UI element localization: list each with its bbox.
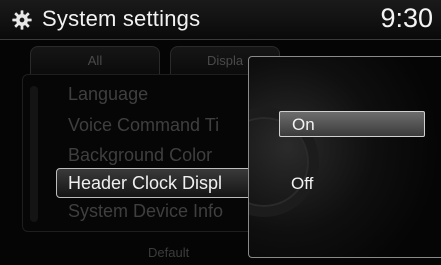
list-item-language[interactable]: Language (68, 84, 248, 110)
option-off[interactable]: Off (279, 171, 425, 197)
category-tabs: All Displa (30, 46, 280, 76)
default-button[interactable]: Default (148, 245, 189, 260)
page-title: System settings (42, 6, 201, 31)
header-bar: System settings 9:30 (0, 0, 441, 40)
system-settings-screen: System settings 9:30 All Displa Language… (0, 0, 441, 265)
list-item-header-clock-display[interactable]: Header Clock Displ (56, 168, 256, 198)
option-on[interactable]: On (279, 111, 425, 137)
gear-icon (12, 10, 32, 30)
list-scrollbar[interactable] (30, 86, 38, 222)
tab-all[interactable]: All (30, 46, 160, 74)
clock-display: 9:30 (380, 3, 433, 33)
option-popup: On Off (248, 56, 441, 258)
list-item-voice-command[interactable]: Voice Command Ti (68, 115, 248, 141)
list-item-system-device-info[interactable]: System Device Info (68, 201, 248, 227)
